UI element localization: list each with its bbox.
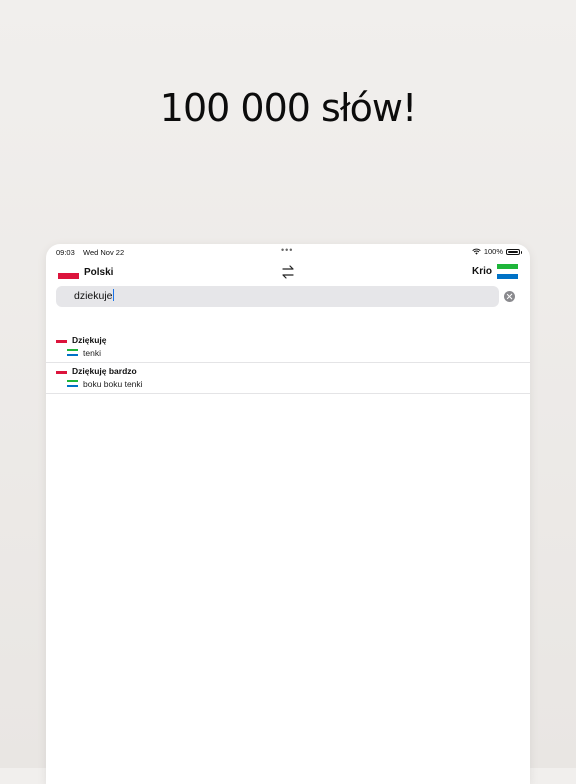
- poland-flag-icon: [56, 367, 67, 374]
- entry-translation: boku boku tenki: [83, 378, 143, 389]
- clear-search-icon[interactable]: [504, 291, 515, 302]
- sierra-leone-flag-icon: [67, 348, 78, 357]
- headline: 100 000 słów!: [159, 86, 417, 130]
- poland-flag-icon: [56, 336, 67, 343]
- language-bar: Polski Krio: [46, 262, 530, 284]
- battery-icon: [506, 248, 522, 255]
- source-language-button[interactable]: Polski: [58, 266, 113, 279]
- search-row: dziekuje: [46, 286, 530, 308]
- swap-languages-icon[interactable]: [280, 264, 296, 280]
- entry-term: Dziękuję: [72, 334, 107, 345]
- source-language-label: Polski: [84, 267, 114, 278]
- app-window: 09:03 Wed Nov 22 ••• 100% Polski Krio dz: [46, 244, 530, 784]
- sierra-leone-flag-icon: [497, 264, 518, 279]
- target-language-label: Krio: [472, 266, 492, 277]
- search-input-value: dziekuje: [74, 290, 113, 302]
- wifi-icon: [472, 248, 481, 255]
- list-item[interactable]: Dziękuję tenki: [46, 332, 530, 363]
- battery-percent: 100%: [483, 247, 503, 256]
- entry-translation: tenki: [83, 347, 101, 358]
- status-bar: 09:03 Wed Nov 22 ••• 100%: [46, 244, 530, 260]
- search-input[interactable]: dziekuje: [56, 286, 499, 307]
- status-indicators: 100%: [472, 247, 522, 256]
- status-time: 09:03: [56, 248, 75, 257]
- status-date: Wed Nov 22: [83, 248, 125, 257]
- entry-term: Dziękuję bardzo: [72, 365, 137, 376]
- poland-flag-icon: [58, 266, 79, 279]
- multitask-dots-icon[interactable]: •••: [281, 245, 293, 255]
- target-language-button[interactable]: Krio: [472, 264, 518, 279]
- text-caret: [112, 289, 114, 302]
- sierra-leone-flag-icon: [67, 379, 78, 388]
- list-item[interactable]: Dziękuję bardzo boku boku tenki: [46, 363, 530, 394]
- results-list: Dziękuję tenki Dziękuję bardzo boku boku…: [46, 332, 530, 394]
